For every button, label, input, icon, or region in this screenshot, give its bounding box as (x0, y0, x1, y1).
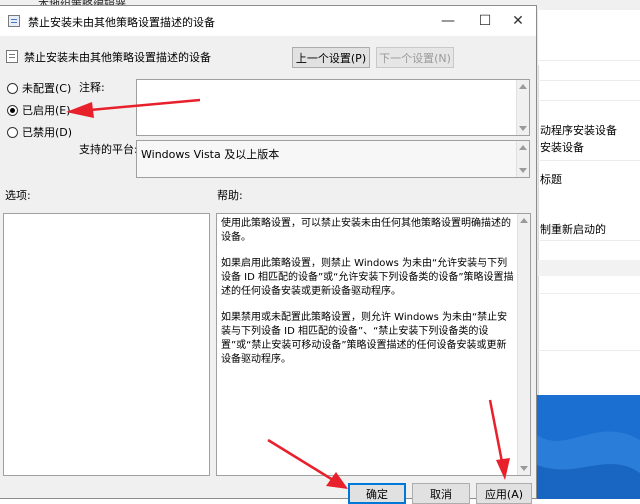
scroll-up-icon[interactable] (519, 84, 527, 89)
radio-disabled[interactable]: 已禁用(D) (7, 124, 72, 140)
radio-button[interactable] (7, 126, 18, 138)
list-divider (538, 160, 640, 161)
help-paragraph: 如果禁用或未配置此策略设置，则允许 Windows 为未由“禁止安装与下列设备 … (221, 312, 508, 365)
scroll-down-icon[interactable] (520, 466, 528, 471)
dialog-title: 禁止安装未由其他策略设置描述的设备 (28, 16, 215, 29)
apply-button[interactable]: 应用(A) (476, 483, 532, 504)
policy-setting-dialog: 禁止安装未由其他策略设置描述的设备 — ☐ ✕ 禁止安装未由其他策略设置描述的设… (0, 5, 537, 504)
help-scrollbar[interactable] (517, 214, 530, 475)
ok-button[interactable]: 确定 (348, 483, 406, 504)
list-divider (538, 293, 640, 294)
radio-label: 已启用(E) (22, 104, 71, 117)
scroll-down-icon[interactable] (519, 126, 527, 131)
options-panel (3, 213, 210, 476)
comment-scrollbar[interactable] (516, 80, 529, 135)
dialog-title-bar[interactable]: 禁止安装未由其他策略设置描述的设备 — ☐ ✕ (0, 6, 536, 36)
help-paragraph: 如果启用此策略设置，则禁止 Windows 为未由“允许安装与下列设备 ID 相… (221, 258, 514, 297)
next-setting-button[interactable]: 下一个设置(N) (376, 47, 454, 68)
list-item[interactable]: 制重新启动的 (540, 221, 606, 237)
scroll-up-icon[interactable] (519, 145, 527, 150)
platform-value: Windows Vista 及以上版本 (141, 148, 280, 161)
previous-setting-button[interactable]: 上一个设置(P) (292, 47, 370, 68)
platform-scrollbar[interactable] (516, 141, 529, 177)
maximize-button[interactable]: ☐ (467, 6, 503, 36)
cancel-button[interactable]: 取消 (412, 483, 470, 504)
list-divider (538, 100, 640, 101)
list-divider (538, 60, 640, 61)
platform-field: Windows Vista 及以上版本 (136, 140, 530, 178)
policy-icon (8, 15, 20, 27)
list-divider (538, 240, 640, 241)
list-item[interactable]: 安装设备 (540, 139, 584, 155)
help-panel: 使用此策略设置，可以禁止安装未由任何其他策略设置明确描述的设备。 如果启用此策略… (216, 213, 531, 476)
scroll-up-icon[interactable] (520, 218, 528, 223)
list-divider (538, 350, 640, 351)
list-divider (538, 80, 640, 81)
help-paragraph: 使用此策略设置，可以禁止安装未由任何其他策略设置明确描述的设备。 (221, 218, 511, 243)
radio-label: 已禁用(D) (22, 126, 73, 139)
radio-not-configured[interactable]: 未配置(C) (7, 80, 71, 96)
radio-enabled[interactable]: 已启用(E) (7, 102, 71, 118)
comment-textarea[interactable] (136, 79, 530, 136)
platform-label: 支持的平台: (79, 143, 138, 156)
help-text: 使用此策略设置，可以禁止安装未由任何其他策略设置明确描述的设备。 如果启用此策略… (221, 217, 514, 379)
setting-header-title: 禁止安装未由其他策略设置描述的设备 (24, 51, 211, 64)
radio-button[interactable] (7, 82, 18, 94)
help-label: 帮助: (217, 189, 243, 202)
list-item[interactable]: 标题 (540, 171, 562, 187)
list-column-divider (538, 65, 539, 405)
desktop-wave (537, 431, 640, 499)
radio-label: 未配置(C) (22, 82, 72, 95)
close-button[interactable]: ✕ (500, 6, 536, 36)
desktop-background (537, 395, 640, 499)
minimize-button[interactable]: — (430, 6, 466, 36)
radio-button[interactable] (7, 104, 18, 116)
selected-list-row[interactable] (538, 260, 640, 276)
scroll-down-icon[interactable] (519, 168, 527, 173)
list-item[interactable]: 动程序安装设备 (540, 122, 617, 138)
comment-label: 注释: (79, 81, 105, 94)
policy-setting-icon (6, 50, 18, 63)
options-label: 选项: (5, 189, 31, 202)
